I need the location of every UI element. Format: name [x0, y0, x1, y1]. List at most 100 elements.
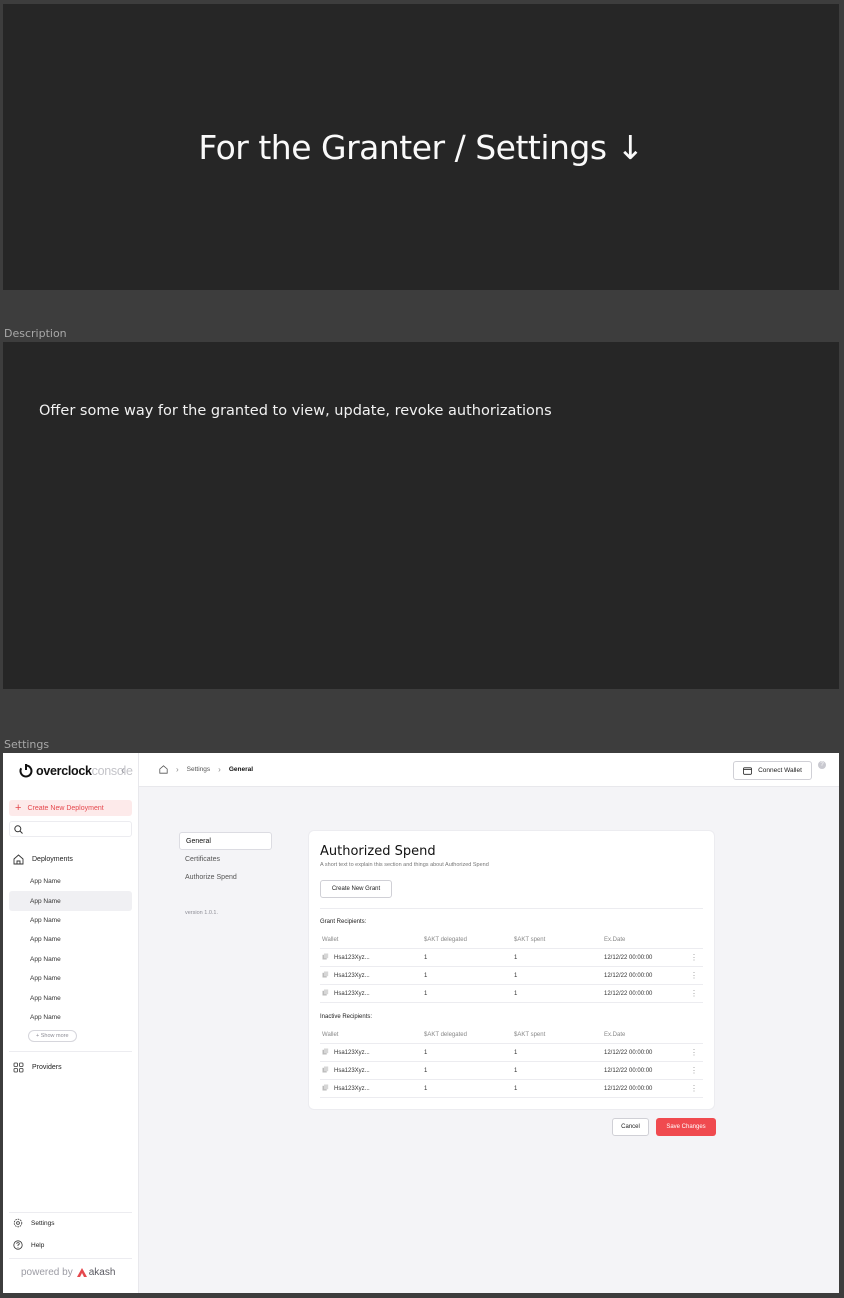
nav-deployments[interactable]: Deployments [13, 854, 73, 865]
sidebar-app-item[interactable]: App Name [9, 988, 132, 1007]
delegated-cell: 1 [424, 1067, 428, 1074]
copy-icon[interactable] [322, 1084, 329, 1093]
chevron-right-icon: › [218, 765, 221, 774]
spent-cell: 1 [514, 972, 518, 979]
wallet-cell: Hsa123Xyz... [322, 953, 370, 962]
home-icon[interactable] [159, 765, 168, 774]
sidebar-app-item[interactable]: App Name [9, 950, 132, 969]
copy-icon[interactable] [322, 989, 329, 998]
copy-icon[interactable] [322, 971, 329, 980]
brand-sub: console [91, 764, 133, 778]
date-cell: 12/12/22 00:00:00 [604, 1085, 653, 1092]
powered-prefix: powered by [21, 1267, 73, 1278]
create-grant-button[interactable]: Create New Grant [320, 880, 392, 898]
wallet-cell: Hsa123Xyz... [322, 1084, 370, 1093]
wallet-icon [743, 766, 752, 775]
sidebar-app-item[interactable]: App Name [9, 969, 132, 988]
powered-by: powered by akash [21, 1267, 115, 1278]
date-cell: 12/12/22 00:00:00 [604, 954, 653, 961]
search-input[interactable] [9, 821, 132, 837]
connect-wallet-button[interactable]: Connect Wallet [733, 761, 812, 780]
hero-title: For the Granter / Settings ↓ [198, 127, 644, 167]
more-vertical-icon[interactable]: ⋮ [690, 971, 698, 980]
column-header: Wallet [322, 936, 339, 943]
breadcrumb-settings[interactable]: Settings [187, 766, 211, 773]
copy-icon[interactable] [322, 953, 329, 962]
cancel-button[interactable]: Cancel [612, 1118, 649, 1136]
copy-icon[interactable] [322, 1048, 329, 1057]
column-header: Ex.Date [604, 936, 626, 943]
nav-settings[interactable]: Settings [13, 1218, 55, 1228]
plus-icon: + [15, 801, 22, 814]
table-row: Hsa123Xyz... 1 1 12/12/22 00:00:00 ⋮ [320, 949, 703, 967]
powered-brand: akash [88, 1267, 116, 1278]
wallet-address: Hsa123Xyz... [334, 1085, 370, 1092]
settings-subnav: General Certificates Authorize Spend [179, 832, 272, 886]
brand-name: overclock [36, 764, 92, 778]
wallet-address: Hsa123Xyz... [334, 1049, 370, 1056]
more-vertical-icon[interactable]: ⋮ [690, 989, 698, 998]
delegated-cell: 1 [424, 1085, 428, 1092]
nav-settings-label: Settings [31, 1219, 55, 1227]
column-header: Ex.Date [604, 1031, 626, 1038]
search-icon [14, 825, 23, 834]
delegated-cell: 1 [424, 1049, 428, 1056]
chevron-left-icon[interactable]: ‹ [121, 763, 125, 777]
wallet-cell: Hsa123Xyz... [322, 989, 370, 998]
table-row: Hsa123Xyz... 1 1 12/12/22 00:00:00 ⋮ [320, 1062, 703, 1080]
table-row: Hsa123Xyz... 1 1 12/12/22 00:00:00 ⋮ [320, 985, 703, 1003]
column-header: $AKT spent [514, 1031, 546, 1038]
description-frame-label: Description [4, 327, 67, 340]
grant-recipients-table: Wallet $AKT delegated $AKT spent Ex.Date Hsa… [320, 931, 703, 1003]
sidebar-app-item[interactable]: App Name [9, 891, 132, 911]
sidebar-app-item[interactable]: App Name [9, 911, 132, 930]
subnav-item[interactable]: Authorize Spend [179, 868, 272, 886]
save-changes-button[interactable]: Save Changes [656, 1118, 716, 1136]
more-vertical-icon[interactable]: ⋮ [690, 1048, 698, 1057]
sidebar-app-item[interactable]: App Name [9, 872, 132, 891]
show-more-button[interactable]: + Show more [28, 1030, 77, 1042]
sidebar-app-item[interactable]: App Name [9, 930, 132, 949]
wallet-address: Hsa123Xyz... [334, 1067, 370, 1074]
nav-help-label: Help [31, 1241, 45, 1249]
help-circle-icon [13, 1240, 23, 1250]
connect-wallet-label: Connect Wallet [758, 767, 802, 774]
version-text: version 1.0.1. [185, 910, 219, 916]
table-row: Hsa123Xyz... 1 1 12/12/22 00:00:00 ⋮ [320, 1080, 703, 1098]
wallet-address: Hsa123Xyz... [334, 954, 370, 961]
spent-cell: 1 [514, 1049, 518, 1056]
nav-help[interactable]: Help [13, 1240, 44, 1250]
sidebar: overclock console ‹ + Create New Deploym… [3, 753, 139, 1293]
table-row: Hsa123Xyz... 1 1 12/12/22 00:00:00 ⋮ [320, 1044, 703, 1062]
subnav-item[interactable]: General [179, 832, 272, 850]
more-vertical-icon[interactable]: ⋮ [690, 1066, 698, 1075]
sidebar-footer-divider [9, 1212, 132, 1213]
breadcrumb: › Settings › General [159, 765, 253, 774]
create-deployment-button[interactable]: + Create New Deployment [9, 800, 132, 816]
sidebar-app-item[interactable]: App Name [9, 1008, 132, 1027]
copy-icon[interactable] [322, 1066, 329, 1075]
table-header-row: Wallet $AKT delegated $AKT spent Ex.Date [320, 931, 703, 949]
gear-icon [13, 1218, 23, 1228]
description-text: Offer some way for the granted to view, … [39, 403, 552, 419]
date-cell: 12/12/22 00:00:00 [604, 1049, 653, 1056]
subnav-item[interactable]: Certificates [179, 850, 272, 868]
wallet-address: Hsa123Xyz... [334, 972, 370, 979]
inactive-recipients-label: Inactive Recipients: [320, 1014, 373, 1020]
spent-cell: 1 [514, 990, 518, 997]
more-vertical-icon[interactable]: ⋮ [690, 953, 698, 962]
column-header: $AKT spent [514, 936, 546, 943]
home-icon [13, 854, 24, 865]
inactive-recipients-table: Wallet $AKT delegated $AKT spent Ex.Date Hsa… [320, 1026, 703, 1098]
create-deployment-label: Create New Deployment [27, 804, 104, 812]
grid-icon [13, 1062, 24, 1073]
help-badge-icon[interactable]: ? [818, 761, 826, 769]
brand[interactable]: overclock console [19, 763, 133, 779]
breadcrumb-general: General [228, 766, 254, 773]
delegated-cell: 1 [424, 972, 428, 979]
more-vertical-icon[interactable]: ⋮ [690, 1084, 698, 1093]
grant-recipients-label: Grant Recipients: [320, 919, 367, 925]
spent-cell: 1 [514, 1085, 518, 1092]
nav-providers[interactable]: Providers [13, 1062, 62, 1073]
settings-mockup: overclock console ‹ + Create New Deploym… [3, 753, 839, 1293]
